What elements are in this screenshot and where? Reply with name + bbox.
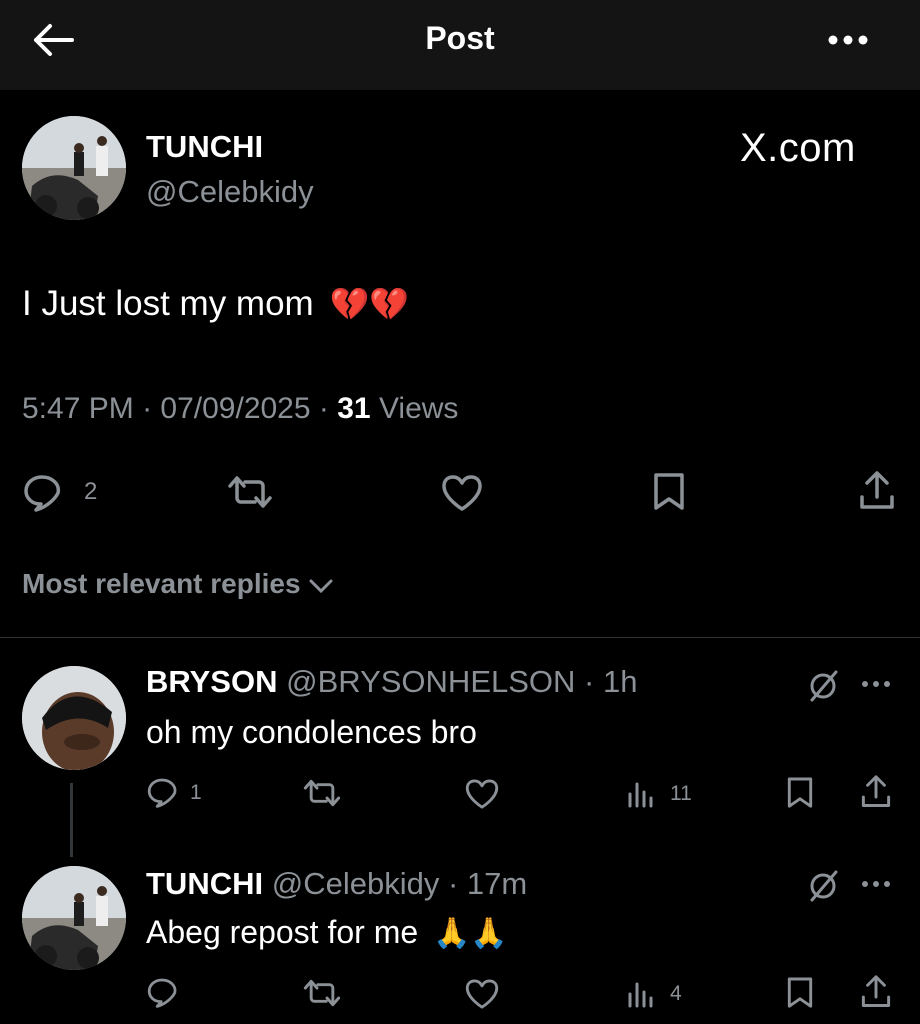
reply-share-icon[interactable] [860,974,892,1010]
brand-logo: X.com [740,126,856,171]
reply-button[interactable]: 2 [22,472,112,512]
reply-header: BRYSON @BRYSONHELSON · 1h [146,664,638,699]
reply-more-icon[interactable] [860,878,892,890]
reply-header: TUNCHI @Celebkidy · 17m [146,866,528,901]
reply-share-icon[interactable] [860,774,892,810]
reply-like-icon[interactable] [464,978,500,1010]
chevron-down-icon [308,577,334,595]
reply-avatar[interactable] [22,666,126,770]
grok-icon[interactable] [806,668,842,704]
post-body: I Just lost my mom [22,284,314,323]
reply-repost-icon[interactable] [302,778,342,808]
reply-views-button[interactable]: 4 [626,978,706,1010]
reply-author-handle[interactable]: @Celebkidy [272,866,440,901]
author-handle[interactable]: @Celebkidy [146,174,314,210]
sort-label: Most relevant replies [22,568,301,599]
post-meta: 5:47 PM · 07/09/2025 · 31 Views [22,392,459,425]
share-icon[interactable] [858,470,896,512]
reply-author-handle[interactable]: @BRYSONHELSON [286,664,575,699]
reply-count: 2 [84,478,98,505]
reply-reply-count: 1 [190,781,202,804]
pray-emoji: 🙏🙏 [433,916,508,951]
reply-text: Abeg repost for me 🙏🙏 [146,914,508,951]
more-options-icon[interactable] [826,26,870,54]
post-time: 5:47 PM [22,392,134,425]
reply-age: 1h [602,664,638,699]
reply-avatar[interactable] [22,866,126,970]
page-title: Post [425,20,495,56]
views-count: 31 [337,392,371,425]
views-label: Views [378,392,459,425]
brand-text: X.com [740,126,856,170]
post-date: 07/09/2025 [160,392,311,425]
reply-author-name[interactable]: BRYSON [146,664,277,699]
post-text: I Just lost my mom 💔💔 [22,284,409,324]
bookmark-icon[interactable] [652,472,686,512]
reply-reply-button[interactable]: 1 [146,776,216,810]
reply-more-icon[interactable] [860,678,892,690]
like-heart-icon[interactable] [440,474,484,512]
reply-bookmark-icon[interactable] [786,976,814,1010]
reply-body: Abeg repost for me [146,914,419,950]
reply-bookmark-icon[interactable] [786,776,814,810]
repost-icon[interactable] [226,474,274,510]
broken-heart-emoji: 💔💔 [329,285,410,323]
reply-like-icon[interactable] [464,778,500,810]
divider [0,637,920,638]
avatar[interactable] [22,116,126,220]
reply-views-count: 11 [670,782,692,805]
reply-views-button[interactable]: 11 [626,778,706,810]
reply-views-count: 4 [670,982,682,1005]
reply-text: oh my condolences bro [146,714,477,750]
reply-author-name[interactable]: TUNCHI [146,866,263,901]
reply-repost-icon[interactable] [302,978,342,1008]
reply-reply-button[interactable] [146,976,178,1008]
sort-dropdown[interactable]: Most relevant replies [22,568,334,600]
reply-age: 17m [466,866,528,901]
grok-icon[interactable] [806,868,842,904]
thread-line [70,783,73,857]
author-name[interactable]: TUNCHI [146,129,263,165]
